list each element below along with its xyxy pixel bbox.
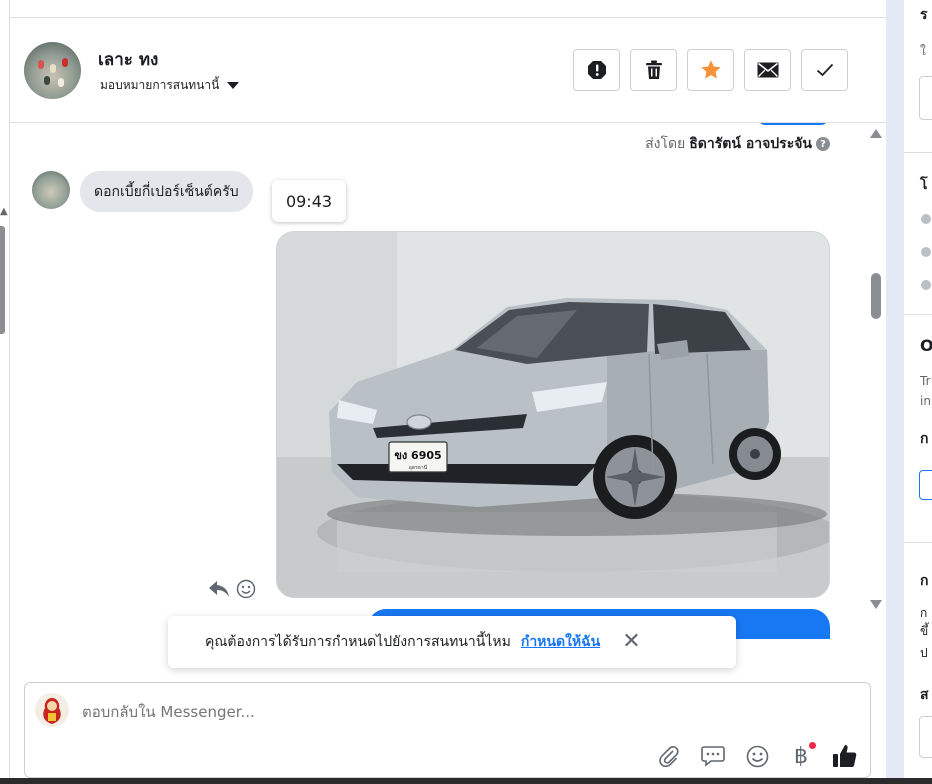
- message-actions: [208, 579, 256, 599]
- divider: [904, 314, 932, 315]
- message-thread[interactable]: ส่งโดย ธิดารัตน์ อาจประจัน ? ดอกเบี้ยกี่…: [10, 123, 886, 683]
- incoming-message-bubble[interactable]: ดอกเบี้ยกี่เปอร์เซ็นต์ครับ: [80, 171, 253, 212]
- right-pane-divider: [886, 0, 904, 784]
- sent-by-name: ธิดารัตน์ อาจประจัน: [689, 136, 812, 152]
- help-icon[interactable]: ?: [816, 137, 830, 151]
- license-plate-province: อุดรธานี: [409, 464, 428, 471]
- info-heading: โ: [920, 177, 928, 193]
- star-icon: [700, 60, 721, 79]
- activity-text-line2: ขึ้: [920, 624, 929, 638]
- contact-name: เลาะ ทง: [98, 50, 159, 70]
- mark-spam-button[interactable]: [573, 49, 620, 91]
- incoming-message-text: ดอกเบี้ยกี่เปอร์เซ็นต์ครับ: [94, 183, 239, 200]
- caret-down-icon: [227, 82, 240, 89]
- mark-done-button[interactable]: [801, 49, 848, 91]
- conversation-header: เลาะ ทง มอบหมายการสนทนานี้: [10, 18, 886, 123]
- contact-details-panel: ร ใ โ O Tr in ก ก ก ขึ้ ป ส: [904, 0, 932, 784]
- details-subtext: ใ: [920, 44, 926, 58]
- attach-button[interactable]: [656, 743, 682, 769]
- saved-replies-button[interactable]: [700, 743, 726, 769]
- outgoing-message-bubble[interactable]: [758, 123, 828, 125]
- notes-heading: ส: [920, 687, 929, 703]
- orders-subheading: ก: [920, 431, 929, 447]
- inbox-window: ▲ เลาะ ทง มอบหมายการสนทนานี้ ส่งโดย ธิดา…: [0, 0, 932, 784]
- os-taskbar: [0, 778, 932, 784]
- clock-icon: [921, 214, 931, 224]
- top-strip: [10, 0, 886, 18]
- sender-avatar: [32, 171, 70, 209]
- composer-toolbar: ฿: [656, 742, 858, 769]
- car-photo-attachment[interactable]: ขง 6905 อุดรธานี: [276, 231, 830, 598]
- baht-icon: ฿: [794, 743, 808, 769]
- mark-unread-button[interactable]: [744, 49, 791, 91]
- activity-text-line1: ก: [920, 606, 928, 620]
- orders-heading: O: [920, 336, 932, 355]
- chat-bubble-icon: [701, 746, 725, 767]
- check-icon: [816, 63, 833, 77]
- thumbs-up-icon: [833, 745, 857, 767]
- left-scroll-up-arrow[interactable]: ▲: [0, 206, 8, 217]
- emoji-reaction-icon[interactable]: [236, 579, 256, 599]
- sent-by-prefix: ส่งโดย: [645, 136, 686, 152]
- chat-scrollbar-thumb[interactable]: [871, 273, 881, 319]
- divider: [904, 542, 932, 543]
- left-pane-edge: [0, 0, 10, 784]
- orders-select[interactable]: [919, 470, 932, 500]
- assign-to-me-link[interactable]: กำหนดให้ฉัน: [521, 631, 600, 653]
- location-icon: [921, 247, 931, 257]
- car-photo-image: ขง 6905 อุดรธานี: [277, 232, 829, 597]
- smiley-icon: [746, 745, 768, 767]
- assign-prompt-text: คุณต้องการได้รับการกำหนดไปยังการสนทนานี้…: [205, 634, 511, 650]
- reply-icon[interactable]: [208, 580, 230, 598]
- location-icon: [921, 280, 931, 290]
- activity-heading: ก: [920, 573, 929, 589]
- trash-icon: [645, 60, 662, 79]
- assign-prompt-toast: คุณต้องการได้รับการกำหนดไปยังการสนทนานี้…: [168, 616, 736, 668]
- envelope-icon: [757, 62, 778, 78]
- details-heading: ร: [920, 7, 928, 23]
- alert-icon: [587, 61, 606, 79]
- scroll-up-arrow[interactable]: [870, 129, 882, 138]
- payment-button[interactable]: ฿: [788, 742, 816, 769]
- license-plate-text: ขง 6905: [394, 449, 441, 462]
- activity-text-line3: ป: [920, 646, 928, 660]
- delete-button[interactable]: [630, 49, 677, 91]
- notification-dot: [809, 742, 816, 749]
- paperclip-icon: [659, 746, 679, 767]
- divider: [904, 152, 932, 153]
- orders-text-line2: in: [920, 394, 931, 408]
- left-scrollbar-thumb[interactable]: [0, 226, 5, 334]
- emoji-button[interactable]: [744, 743, 770, 769]
- scroll-down-arrow[interactable]: [870, 600, 882, 609]
- sent-by-line: ส่งโดย ธิดารัตน์ อาจประจัน ?: [645, 133, 830, 155]
- contact-avatar[interactable]: [24, 42, 81, 99]
- details-input[interactable]: [919, 76, 932, 120]
- reply-composer: ฿: [24, 682, 871, 778]
- message-input[interactable]: [82, 703, 682, 721]
- orders-text-line1: Tr: [920, 374, 931, 388]
- notes-input[interactable]: [919, 716, 932, 758]
- assign-label: มอบหมายการสนทนานี้: [100, 78, 220, 92]
- like-button[interactable]: [832, 743, 858, 769]
- page-avatar: [35, 693, 69, 727]
- message-time-tooltip: 09:43: [272, 180, 346, 222]
- assign-dropdown[interactable]: มอบหมายการสนทนานี้: [100, 76, 240, 95]
- close-icon[interactable]: ✕: [622, 631, 640, 653]
- star-button[interactable]: [687, 49, 734, 91]
